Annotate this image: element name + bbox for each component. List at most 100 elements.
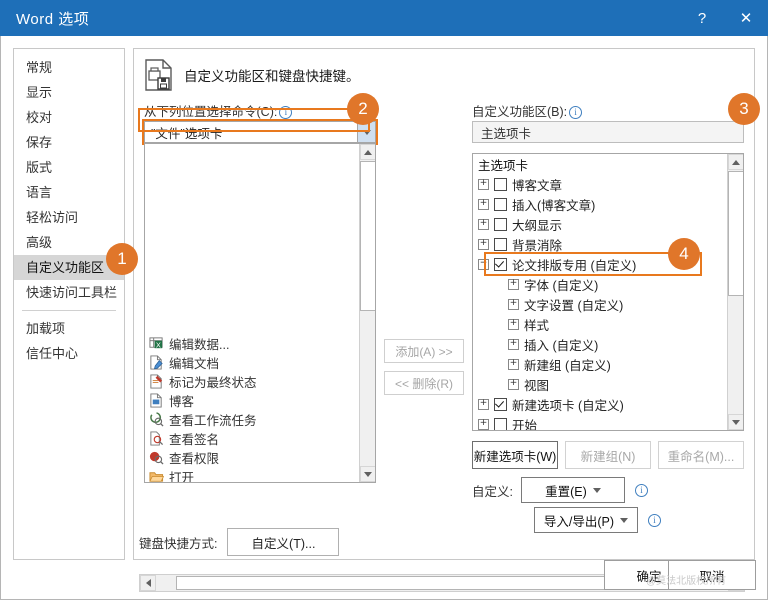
new-group-button[interactable]: 新建组(N)	[565, 441, 651, 469]
view-workflow-tasks-icon	[150, 412, 164, 427]
tree-row[interactable]: + 开始	[473, 414, 727, 430]
command-item[interactable]: 打开	[145, 467, 359, 483]
tree-row-label: 新建组 (自定义)	[524, 358, 611, 373]
sidebar-item-proofing[interactable]: 校对	[14, 105, 124, 130]
expand-icon[interactable]: +	[478, 178, 489, 190]
remove-button[interactable]: << 删除(R)	[384, 371, 464, 395]
command-item[interactable]: 博客	[145, 391, 359, 410]
scroll-thumb[interactable]	[360, 161, 375, 311]
tree-checkbox[interactable]	[494, 177, 507, 191]
scroll-thumb[interactable]	[728, 171, 743, 296]
tree-row-label: 样式	[524, 318, 550, 333]
tree-row[interactable]: + 大纲显示	[473, 214, 727, 234]
close-icon[interactable]: ✕	[724, 0, 768, 36]
tree-checkbox-checked[interactable]	[494, 257, 507, 271]
sidebar-item-layout[interactable]: 版式	[14, 155, 124, 180]
tree-row-label: 文字设置 (自定义)	[524, 298, 624, 313]
sidebar-item-quick-access-toolbar[interactable]: 快速访问工具栏	[14, 280, 124, 305]
commands-scrollbar[interactable]	[359, 144, 375, 482]
sidebar-item-addins[interactable]: 加载项	[14, 316, 124, 341]
expand-icon[interactable]: +	[478, 398, 489, 410]
tree-row-label: 大纲显示	[512, 218, 563, 233]
tree-row[interactable]: + 样式	[473, 314, 727, 334]
edit-data-icon: X	[149, 337, 163, 349]
choose-commands-combo[interactable]: "文件"选项卡	[142, 119, 378, 145]
customize-label: 自定义:	[472, 484, 513, 499]
customize-reset-row: 自定义: 重置(E) i	[472, 477, 648, 503]
chevron-down-icon[interactable]	[620, 517, 629, 523]
expand-icon[interactable]: +	[478, 198, 489, 210]
tree-row[interactable]: + 视图	[473, 374, 727, 394]
expand-icon[interactable]: +	[508, 338, 519, 350]
new-tab-button[interactable]: 新建选项卡(W)	[472, 441, 558, 469]
collapse-icon[interactable]: −	[478, 258, 489, 270]
command-item[interactable]: 查看权限	[145, 448, 359, 467]
tree-row[interactable]: + 插入(博客文章)	[473, 194, 727, 214]
sidebar-item-accessibility[interactable]: 轻松访问	[14, 205, 124, 230]
tree-row[interactable]: + 插入 (自定义)	[473, 334, 727, 354]
scroll-down-icon[interactable]	[360, 466, 375, 482]
info-icon-left[interactable]: i	[279, 106, 293, 119]
customize-ribbon-section: 自定义功能区(B): i	[472, 101, 744, 120]
tree-row[interactable]: + 博客文章	[473, 174, 727, 194]
chevron-down-icon[interactable]	[357, 122, 375, 142]
reset-button[interactable]: 重置(E)	[520, 477, 625, 503]
ribbon-tree-scrollbar[interactable]	[727, 154, 743, 430]
tree-row[interactable]: + 字体 (自定义)	[473, 274, 727, 294]
ribbon-scope-combo[interactable]: 主选项卡	[472, 121, 744, 143]
command-item[interactable]: X 编辑数据...	[145, 334, 359, 353]
tree-row-label: 插入(博客文章)	[512, 198, 596, 213]
scroll-up-icon[interactable]	[360, 144, 375, 160]
expand-icon[interactable]: +	[508, 298, 519, 310]
view-permissions-icon	[149, 451, 164, 465]
transfer-buttons: 添加(A) >> << 删除(R)	[384, 339, 464, 403]
choose-commands-combo-value: "文件"选项卡	[151, 126, 223, 141]
expand-icon[interactable]: +	[478, 418, 489, 430]
tree-checkbox[interactable]	[494, 237, 507, 251]
tree-row[interactable]: + 新建组 (自定义)	[473, 354, 727, 374]
scroll-up-icon[interactable]	[728, 154, 743, 170]
choose-commands-label: 从下列位置选择命令(C): i	[144, 101, 376, 120]
command-item[interactable]: 查看工作流任务	[145, 410, 359, 429]
tree-checkbox-checked[interactable]	[494, 397, 507, 411]
info-icon-right[interactable]: i	[569, 106, 583, 119]
tree-checkbox[interactable]	[494, 417, 507, 430]
command-label: 打开	[169, 471, 195, 483]
command-label: 标记为最终状态	[169, 376, 257, 390]
command-item[interactable]: 查看签名	[145, 429, 359, 448]
command-item[interactable]: 编辑文档	[145, 353, 359, 372]
callout-badge-3: 3	[728, 93, 760, 125]
add-button[interactable]: 添加(A) >>	[384, 339, 464, 363]
scroll-down-icon[interactable]	[728, 414, 743, 430]
tree-row[interactable]: + 新建选项卡 (自定义)	[473, 394, 727, 414]
ribbon-tree[interactable]: 主选项卡 + 博客文章 + 插入(博客文章) + 大纲显示 + 背景消除 − 论…	[472, 153, 744, 431]
sidebar-item-save[interactable]: 保存	[14, 130, 124, 155]
expand-icon[interactable]: +	[508, 318, 519, 330]
view-signatures-icon	[150, 431, 164, 446]
tree-row[interactable]: + 文字设置 (自定义)	[473, 294, 727, 314]
expand-icon[interactable]: +	[508, 278, 519, 290]
expand-icon[interactable]: +	[478, 238, 489, 250]
chevron-down-icon[interactable]	[592, 487, 601, 493]
tree-checkbox[interactable]	[494, 217, 507, 231]
rename-button[interactable]: 重命名(M)...	[658, 441, 744, 469]
choose-commands-label-text: 从下列位置选择命令(C):	[144, 105, 278, 119]
info-icon-reset[interactable]: i	[634, 483, 648, 497]
sidebar-item-trust-center[interactable]: 信任中心	[14, 341, 124, 366]
tree-checkbox[interactable]	[494, 197, 507, 211]
sidebar-divider	[22, 310, 116, 311]
sidebar-item-language[interactable]: 语言	[14, 180, 124, 205]
command-item[interactable]: 标记为最终状态	[145, 372, 359, 391]
window-controls: ? ✕	[680, 0, 768, 36]
panel-headline-text: 自定义功能区和键盘快捷键。	[184, 69, 360, 84]
svg-text:X: X	[156, 340, 161, 349]
sidebar-item-general[interactable]: 常规	[14, 55, 124, 80]
commands-listbox[interactable]: X 编辑数据... 编辑文档 标记为最终状态 博客 查看工作流任务 查看签名 查…	[144, 143, 376, 483]
customize-ribbon-label: 自定义功能区(B): i	[472, 101, 744, 120]
expand-icon[interactable]: +	[508, 358, 519, 370]
expand-icon[interactable]: +	[478, 218, 489, 230]
ribbon-scope-combo-wrap: 主选项卡	[472, 121, 744, 143]
expand-icon[interactable]: +	[508, 378, 519, 390]
sidebar-item-display[interactable]: 显示	[14, 80, 124, 105]
help-icon[interactable]: ?	[680, 0, 724, 36]
